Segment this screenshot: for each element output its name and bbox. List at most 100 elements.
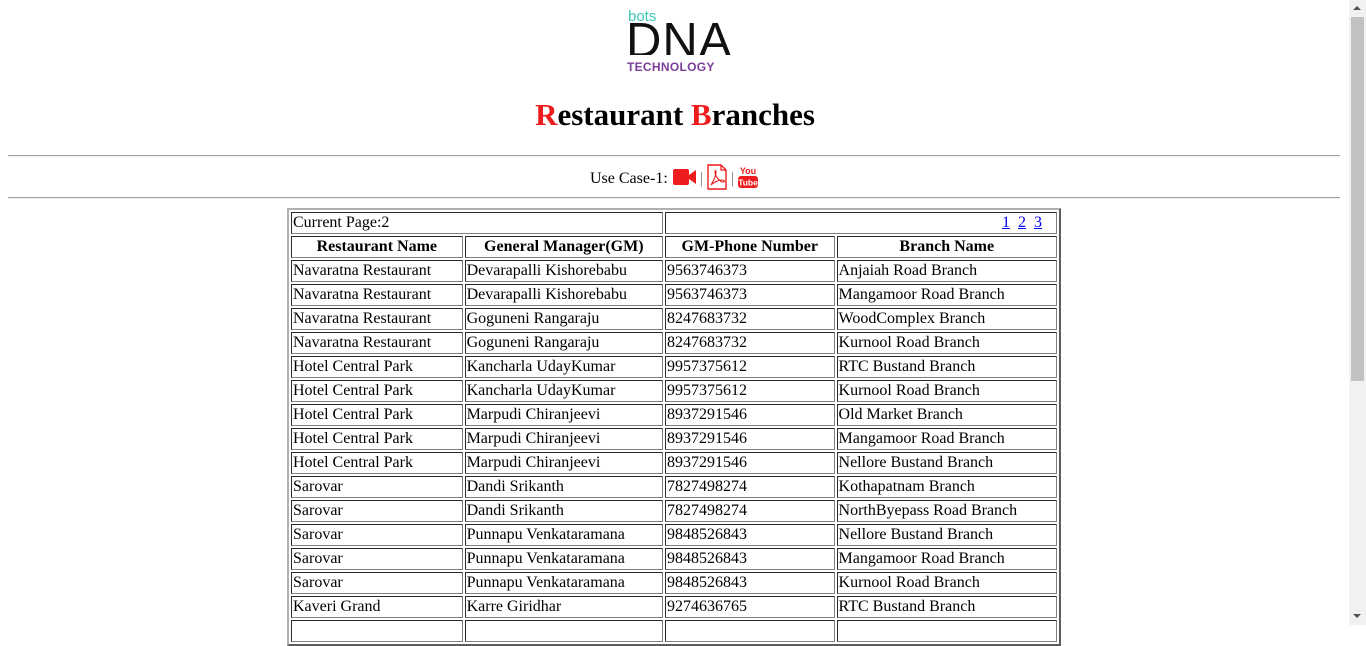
- branch-name-cell: Nellore Bustand Branch: [836, 452, 1057, 474]
- branch-name-cell: Mangamoor Road Branch: [836, 284, 1057, 306]
- scroll-up-arrow-icon[interactable]: [1349, 0, 1366, 17]
- branch-name-cell: Mangamoor Road Branch: [836, 548, 1057, 570]
- general-manager-cell: Goguneni Rangaraju: [464, 332, 663, 354]
- restaurant-name-cell: Hotel Central Park: [291, 356, 463, 378]
- restaurant-name-cell: Hotel Central Park: [291, 404, 463, 426]
- branch-name-cell: RTC Bustand Branch: [836, 596, 1057, 618]
- gm-phone-cell: 9848526843: [665, 572, 835, 594]
- table-row: Navaratna Restaurant Goguneni Rangaraju 82…: [291, 332, 1057, 354]
- restaurant-name-cell: Navaratna Restaurant: [291, 332, 463, 354]
- pagination: 123: [665, 212, 1057, 234]
- branch-name-cell: Anjaiah Road Branch: [836, 260, 1057, 282]
- branch-name-header: Branch Name: [836, 236, 1057, 258]
- gm-phone-cell: 9274636765: [665, 596, 835, 618]
- table-row: Navaratna Restaurant Devarapalli Kishoreb…: [291, 284, 1057, 306]
- gm-phone-cell: 9848526843: [665, 548, 835, 570]
- separator-2: |: [730, 170, 735, 187]
- branch-name-cell: Kurnool Road Branch: [836, 380, 1057, 402]
- page-link-2[interactable]: 2: [1018, 214, 1026, 231]
- scroll-down-arrow-icon[interactable]: [1349, 608, 1366, 625]
- company-logo: bots DNA TECHNOLOGY: [626, 9, 731, 75]
- table-row: Kaveri Grand Karre Giridhar 9274636765 RTC …: [291, 596, 1057, 618]
- bottom-divider: [8, 197, 1340, 199]
- gm-phone-cell: [665, 620, 835, 642]
- restaurant-name-cell: Kaveri Grand: [291, 596, 463, 618]
- gm-phone-cell: 8937291546: [665, 428, 835, 450]
- general-manager-cell: Punnapu Venkataramana: [464, 572, 663, 594]
- use-case-bar: Use Case-1: | | You Tube: [590, 163, 759, 195]
- current-page-cell: Current Page:2: [291, 212, 663, 234]
- top-divider: [8, 155, 1340, 157]
- table-row: Hotel Central Park Marpudi Chiranjeevi 893…: [291, 452, 1057, 474]
- table-row: Sarovar Punnapu Venkataramana 9848526843 Ne…: [291, 524, 1057, 546]
- scrollbar-thumb[interactable]: [1351, 17, 1364, 381]
- general-manager-cell: Marpudi Chiranjeevi: [464, 452, 663, 474]
- general-manager-cell: Punnapu Venkataramana: [464, 524, 663, 546]
- gm-phone-cell: 7827498274: [665, 476, 835, 498]
- restaurant-name-cell: Navaratna Restaurant: [291, 308, 463, 330]
- general-manager-cell: Marpudi Chiranjeevi: [464, 404, 663, 426]
- table-row: Navaratna Restaurant Devarapalli Kishoreb…: [291, 260, 1057, 282]
- restaurant-name-cell: Sarovar: [291, 548, 463, 570]
- table-row: Hotel Central Park Marpudi Chiranjeevi 893…: [291, 404, 1057, 426]
- logo-dna-text: DNA: [626, 16, 733, 55]
- table-row: Sarovar Dandi Srikanth 7827498274 Kothapatn…: [291, 476, 1057, 498]
- youtube-icon[interactable]: You Tube: [737, 165, 759, 194]
- pager-row: Current Page:2 123: [291, 212, 1057, 234]
- branch-name-cell: Mangamoor Road Branch: [836, 428, 1057, 450]
- restaurant-name-cell: Hotel Central Park: [291, 380, 463, 402]
- video-camera-icon[interactable]: [672, 167, 697, 192]
- general-manager-cell: [464, 620, 663, 642]
- title-rest-1: estaurant: [557, 97, 691, 132]
- vertical-scrollbar[interactable]: [1349, 0, 1366, 625]
- page-link-1[interactable]: 1: [1002, 214, 1010, 231]
- gm-phone-cell: 9957375612: [665, 356, 835, 378]
- gm-phone-cell: 8247683732: [665, 332, 835, 354]
- general-manager-cell: Marpudi Chiranjeevi: [464, 428, 663, 450]
- restaurant-name-cell: [291, 620, 463, 642]
- table-row: Hotel Central Park Marpudi Chiranjeevi 893…: [291, 428, 1057, 450]
- table-row: Sarovar Punnapu Venkataramana 9848526843 Ku…: [291, 572, 1057, 594]
- general-manager-cell: Punnapu Venkataramana: [464, 548, 663, 570]
- branch-name-cell: Kurnool Road Branch: [836, 332, 1057, 354]
- branch-name-cell: Nellore Bustand Branch: [836, 524, 1057, 546]
- title-rest-2: ranches: [711, 97, 815, 132]
- page-title: Restaurant Branches: [0, 96, 1350, 134]
- table-row: Sarovar Dandi Srikanth 7827498274 NorthByep…: [291, 500, 1057, 522]
- pdf-document-icon[interactable]: [706, 163, 728, 195]
- restaurant-name-header: Restaurant Name: [291, 236, 463, 258]
- branch-name-cell: Old Market Branch: [836, 404, 1057, 426]
- gm-phone-cell: 9957375612: [665, 380, 835, 402]
- branch-name-cell: RTC Bustand Branch: [836, 356, 1057, 378]
- general-manager-cell: Devarapalli Kishorebabu: [464, 284, 663, 306]
- general-manager-header: General Manager(GM): [464, 236, 663, 258]
- general-manager-cell: Goguneni Rangaraju: [464, 308, 663, 330]
- gm-phone-cell: 9563746373: [665, 284, 835, 306]
- branches-table: Current Page:2 123 Restaurant Name Genera…: [287, 208, 1061, 646]
- title-cap-b: B: [690, 97, 712, 132]
- restaurant-name-cell: Sarovar: [291, 524, 463, 546]
- table-row: Sarovar Punnapu Venkataramana 9848526843 Ma…: [291, 548, 1057, 570]
- general-manager-cell: Dandi Srikanth: [464, 476, 663, 498]
- table-row: Navaratna Restaurant Goguneni Rangaraju 82…: [291, 308, 1057, 330]
- header-row: Restaurant Name General Manager(GM) GM-Pho…: [291, 236, 1057, 258]
- general-manager-cell: Kancharla UdayKumar: [464, 356, 663, 378]
- table-row: [291, 620, 1057, 642]
- branch-name-cell: [836, 620, 1057, 642]
- branch-name-cell: Kurnool Road Branch: [836, 572, 1057, 594]
- separator-1: |: [699, 170, 703, 187]
- gm-phone-cell: 9848526843: [665, 524, 835, 546]
- restaurant-name-cell: Hotel Central Park: [291, 428, 463, 450]
- title-cap-r: R: [535, 97, 558, 132]
- gm-phone-cell: 8937291546: [665, 452, 835, 474]
- use-case-label: Use Case-1:: [590, 170, 668, 187]
- restaurant-name-cell: Navaratna Restaurant: [291, 284, 463, 306]
- general-manager-cell: Karre Giridhar: [464, 596, 663, 618]
- branch-name-cell: WoodComplex Branch: [836, 308, 1057, 330]
- branches-table-container: Current Page:2 123 Restaurant Name Genera…: [287, 208, 1061, 646]
- general-manager-cell: Kancharla UdayKumar: [464, 380, 663, 402]
- branch-name-cell: NorthByepass Road Branch: [836, 500, 1057, 522]
- page-link-3[interactable]: 3: [1034, 214, 1042, 231]
- restaurant-name-cell: Sarovar: [291, 476, 463, 498]
- general-manager-cell: Dandi Srikanth: [464, 500, 663, 522]
